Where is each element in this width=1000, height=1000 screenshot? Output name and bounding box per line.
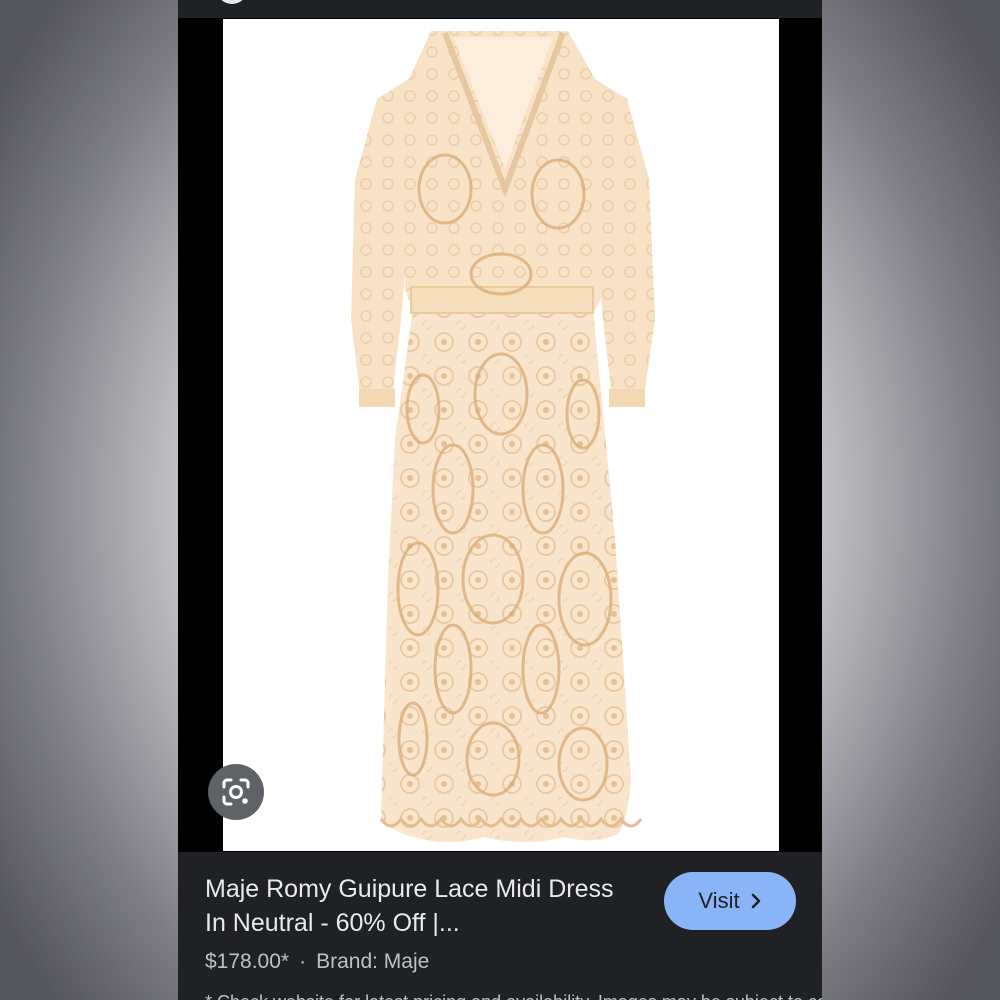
result-info-panel: Maje Romy Guipure Lace Midi Dress In Neu… <box>178 852 822 1000</box>
visit-label: Visit <box>698 888 740 913</box>
product-brand: Brand: Maje <box>316 950 430 973</box>
visit-button[interactable]: Visit <box>664 872 796 930</box>
product-title[interactable]: Maje Romy Guipure Lace Midi Dress In Neu… <box>205 872 635 940</box>
avatar[interactable] <box>216 0 248 4</box>
google-lens-icon <box>222 778 250 806</box>
product-meta: $178.00* · Brand: Maje <box>205 948 429 976</box>
product-image[interactable] <box>223 19 779 851</box>
dress-illustration <box>351 31 655 842</box>
lens-search-button[interactable] <box>208 764 264 820</box>
meta-separator: · <box>299 950 307 973</box>
pricing-disclaimer: * Check website for latest pricing and a… <box>205 992 822 1000</box>
image-viewer <box>178 18 822 852</box>
product-price: $178.00* <box>205 950 290 973</box>
chevron-right-icon <box>751 893 760 909</box>
phone-screen: Maje Romy Guipure Lace Midi Dress In Neu… <box>178 0 822 1000</box>
top-bar <box>178 0 822 18</box>
